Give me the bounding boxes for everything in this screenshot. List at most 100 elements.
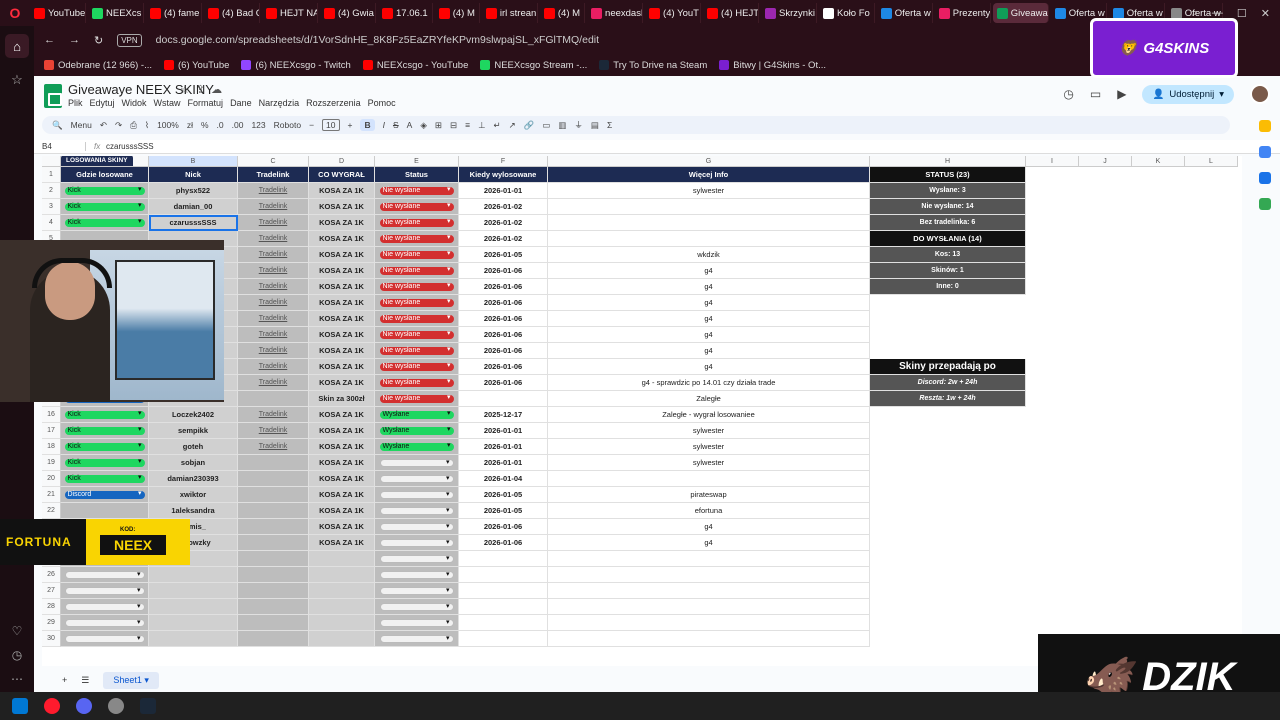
info-cell[interactable]: wkdzik [548,247,870,263]
where-cell[interactable]: Kick [61,407,149,423]
table-header[interactable]: Nick [149,167,238,183]
back-icon[interactable]: ← [44,34,55,46]
status-summary-cell[interactable]: Bez tradelinka: 6 [870,215,1026,231]
status-dropdown[interactable] [379,602,454,611]
prize-cell[interactable]: KOSA ZA 1K [309,359,375,375]
where-dropdown[interactable]: Kick [64,457,145,467]
column-header[interactable]: J [1079,156,1132,167]
expiry-rule-cell[interactable]: Skiny przepadają po [870,359,1026,375]
date-cell[interactable]: 2026-01-06 [459,535,548,551]
browser-tab[interactable]: (4) fame [146,3,202,23]
where-dropdown[interactable] [64,570,145,579]
info-cell[interactable]: g4 [548,295,870,311]
menu-item[interactable]: Dane [230,98,252,108]
bookmark-item[interactable]: Try To Drive na Steam [599,60,707,71]
tradelink-cell[interactable]: Tradelink [238,263,309,279]
status-cell[interactable]: Nie wysłane [375,343,459,359]
status-dropdown[interactable] [379,570,454,579]
status-dropdown[interactable]: Nie wysłane [379,233,454,243]
date-cell[interactable]: 2026-01-06 [459,343,548,359]
tradelink-link[interactable]: Tradelink [259,219,288,226]
tradelink-cell[interactable] [238,519,309,535]
where-cell[interactable]: Kick [61,183,149,199]
date-cell[interactable]: 2026-01-06 [459,375,548,391]
prize-cell[interactable]: KOSA ZA 1K [309,439,375,455]
date-cell[interactable] [459,599,548,615]
prize-cell[interactable] [309,631,375,647]
status-dropdown[interactable] [379,538,454,547]
tradelink-cell[interactable] [238,567,309,583]
vpn-badge[interactable]: VPN [117,33,142,47]
status-dropdown[interactable] [379,634,454,643]
prize-cell[interactable]: KOSA ZA 1K [309,535,375,551]
browser-tab[interactable]: 17.06.1 [378,3,433,23]
bookmark-item[interactable]: Bitwy | G4Skins - Ot... [719,60,826,71]
row-header[interactable]: 2 [42,183,61,199]
share-button[interactable]: 👤 Udostępnij ▾ [1142,84,1234,104]
row-header[interactable]: 29 [42,615,61,631]
date-cell[interactable] [459,583,548,599]
where-dropdown[interactable]: Kick [64,409,145,419]
tradelink-cell[interactable] [238,471,309,487]
row-header[interactable]: 19 [42,455,61,471]
info-cell[interactable]: efortuna [548,503,870,519]
star-icon[interactable]: ☆ [180,84,196,96]
filter-icon[interactable]: ⏚ [574,119,583,131]
filter-views-icon[interactable]: ▤ [591,120,599,131]
status-dropdown[interactable]: Nie wysłane [379,329,454,339]
info-cell[interactable] [548,231,870,247]
prize-cell[interactable] [309,599,375,615]
date-cell[interactable]: 2026-01-05 [459,487,548,503]
status-dropdown[interactable] [379,554,454,563]
table-header[interactable]: Więcej Info [548,167,870,183]
italic-icon[interactable]: I [383,120,385,130]
menu-item[interactable]: Formatuj [188,98,224,108]
status-cell[interactable]: Nie wysłane [375,327,459,343]
prize-cell[interactable]: KOSA ZA 1K [309,327,375,343]
opera-logo-icon[interactable]: O [0,0,30,26]
prize-cell[interactable]: KOSA ZA 1K [309,311,375,327]
date-cell[interactable] [459,567,548,583]
close-window-icon[interactable]: ✕ [1261,7,1270,20]
status-summary-cell[interactable]: Inne: 0 [870,279,1026,295]
status-cell[interactable] [375,471,459,487]
browser-tab[interactable]: (4) M [540,3,586,23]
status-cell[interactable] [375,567,459,583]
date-cell[interactable]: 2026-01-02 [459,215,548,231]
tradelink-link[interactable]: Tradelink [259,299,288,306]
tasks-icon[interactable] [1259,146,1271,158]
browser-tab[interactable]: (4) YouT [645,3,702,23]
status-cell[interactable]: Nie wysłane [375,263,459,279]
status-summary-cell[interactable]: Nie wysłane: 14 [870,199,1026,215]
tradelink-cell[interactable]: Tradelink [238,327,309,343]
browser-tab[interactable]: Oferta w [877,3,933,23]
redo-icon[interactable]: ↷ [115,120,122,131]
date-cell[interactable]: 2026-01-06 [459,295,548,311]
forward-icon[interactable]: → [69,34,80,46]
date-cell[interactable]: 2026-01-06 [459,263,548,279]
tradelink-cell[interactable]: Tradelink [238,215,309,231]
prize-cell[interactable]: Skin za 300zł [309,391,375,407]
font-size-increase[interactable]: + [348,120,353,130]
row-header[interactable]: 30 [42,631,61,647]
date-cell[interactable]: 2026-01-04 [459,471,548,487]
browser-tab[interactable]: irl strean [482,3,538,23]
info-cell[interactable]: sylwester [548,183,870,199]
info-cell[interactable] [548,615,870,631]
date-cell[interactable]: 2026-01-06 [459,311,548,327]
table-header[interactable]: Tradelink [238,167,309,183]
tradelink-cell[interactable] [238,551,309,567]
nick-cell[interactable]: damian_00 [149,199,238,215]
font-size-decrease[interactable]: − [309,120,314,130]
text-color-icon[interactable]: A [407,120,413,130]
tradelink-link[interactable]: Tradelink [259,347,288,354]
column-header[interactable]: D [309,156,375,167]
where-cell[interactable] [61,503,149,519]
column-header[interactable]: H [870,156,1026,167]
info-cell[interactable]: g4 [548,535,870,551]
status-cell[interactable] [375,519,459,535]
prize-cell[interactable]: KOSA ZA 1K [309,183,375,199]
prize-cell[interactable] [309,567,375,583]
tradelink-cell[interactable]: Tradelink [238,247,309,263]
where-cell[interactable]: Kick [61,439,149,455]
